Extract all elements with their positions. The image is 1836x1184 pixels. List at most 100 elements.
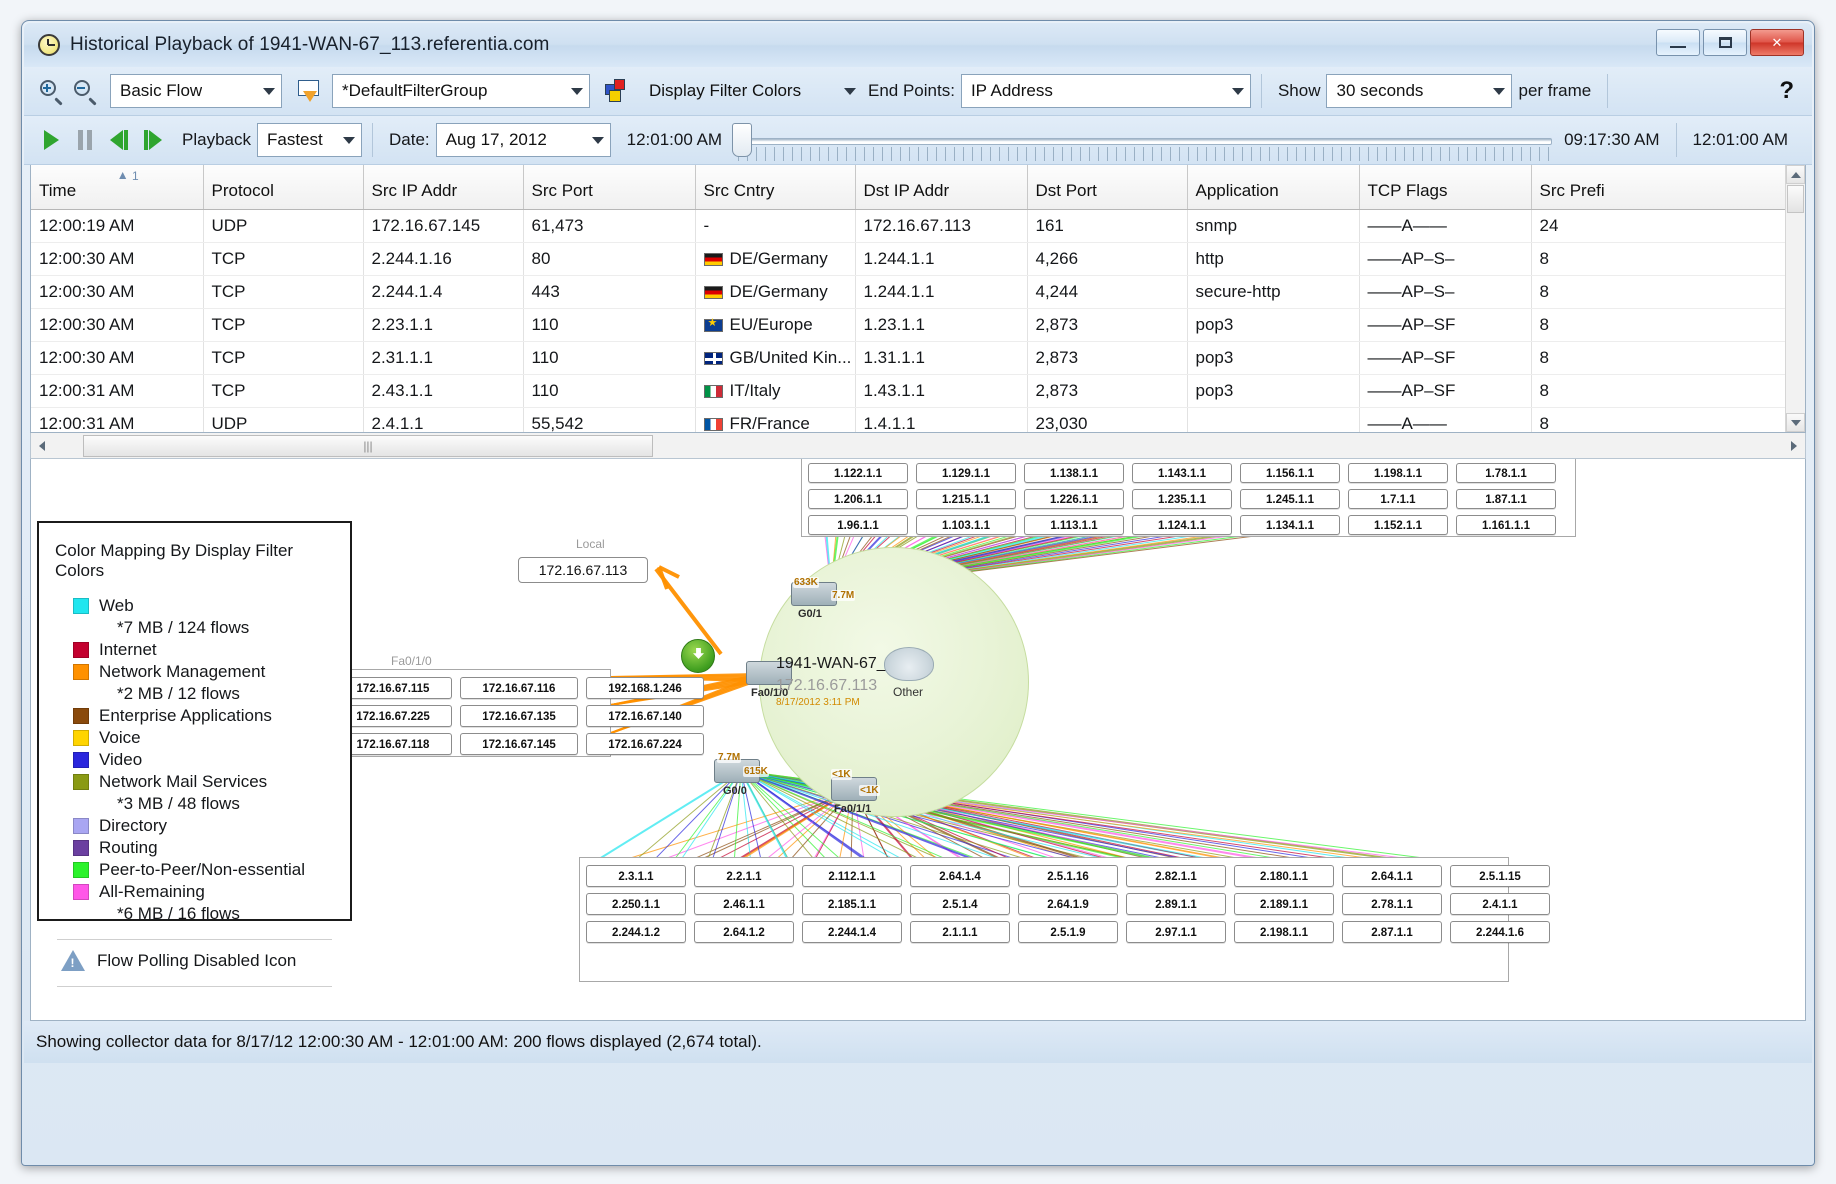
- endpoint-node[interactable]: 2.64.1.1: [1342, 865, 1442, 887]
- endpoint-node[interactable]: 1.198.1.1: [1348, 463, 1448, 483]
- table-row[interactable]: 12:00:30 AM TCP 2.244.1.4 443 DE/Germany 1.24…: [31, 275, 1792, 309]
- column-header-dst-port[interactable]: Dst Port: [1027, 165, 1188, 210]
- column-header-src-cntry[interactable]: Src Cntry: [695, 165, 856, 210]
- endpoint-node[interactable]: 1.226.1.1: [1024, 489, 1124, 509]
- color-mode-select[interactable]: Display Filter Colors: [640, 74, 862, 108]
- endpoint-node[interactable]: 1.96.1.1: [808, 515, 908, 535]
- scroll-down-button[interactable]: [1786, 413, 1805, 432]
- endpoint-node[interactable]: 1.7.1.1: [1348, 489, 1448, 509]
- endpoint-node[interactable]: 1.215.1.1: [916, 489, 1016, 509]
- endpoint-node[interactable]: 2.4.1.1: [1450, 893, 1550, 915]
- endpoint-node[interactable]: 2.46.1.1: [694, 893, 794, 915]
- filter-group-select[interactable]: *DefaultFilterGroup: [332, 74, 590, 108]
- endpoint-node[interactable]: 2.198.1.1: [1234, 921, 1334, 943]
- table-row[interactable]: 12:00:19 AM UDP 172.16.67.145 61,473-172.16…: [31, 209, 1792, 243]
- endpoint-node[interactable]: 2.250.1.1: [586, 893, 686, 915]
- endpoint-node[interactable]: 2.189.1.1: [1234, 893, 1334, 915]
- endpoint-node[interactable]: 2.87.1.1: [1342, 921, 1442, 943]
- flow-diagram[interactable]: Local 172.16.67.113 Local G0/1 633K 7.7M…: [30, 459, 1806, 1021]
- step-forward-button[interactable]: [136, 123, 170, 157]
- endpoint-node[interactable]: 1.245.1.1: [1240, 489, 1340, 509]
- endpoint-node[interactable]: 1.156.1.1: [1240, 463, 1340, 483]
- table-row[interactable]: 12:00:31 AM TCP 2.43.1.1 110 IT/Italy 1.43.1.…: [31, 374, 1792, 408]
- help-button[interactable]: ?: [1779, 77, 1802, 105]
- date-select[interactable]: Aug 17, 2012: [435, 123, 611, 157]
- endpoint-node[interactable]: 1.235.1.1: [1132, 489, 1232, 509]
- legend-item[interactable]: Peer-to-Peer/Non-essential: [73, 859, 336, 881]
- endpoint-node[interactable]: 1.103.1.1: [916, 515, 1016, 535]
- endpoint-node[interactable]: 2.244.1.6: [1450, 921, 1550, 943]
- endpoint-node[interactable]: 1.138.1.1: [1024, 463, 1124, 483]
- endpoint-node[interactable]: 2.78.1.1: [1342, 893, 1442, 915]
- legend-item[interactable]: Routing: [73, 837, 336, 859]
- step-back-button[interactable]: [102, 123, 136, 157]
- playback-speed-select[interactable]: Fastest: [256, 123, 362, 157]
- endpoint-node[interactable]: 2.3.1.1: [586, 865, 686, 887]
- endpoint-node[interactable]: 2.185.1.1: [802, 893, 902, 915]
- legend-item[interactable]: Network Management: [73, 661, 336, 683]
- endpoint-node[interactable]: 1.124.1.1: [1132, 515, 1232, 535]
- endpoint-node[interactable]: 2.5.1.16: [1018, 865, 1118, 887]
- table-row[interactable]: 12:00:30 AMTCP2.23.1.1110EU/Europe1.23.1…: [31, 308, 1792, 342]
- table-row[interactable]: 12:00:31 AM UDP 2.4.1.1 55,542 FR/France 1.4.…: [31, 407, 1792, 432]
- endpoint-node[interactable]: 2.5.1.15: [1450, 865, 1550, 887]
- view-mode-select[interactable]: Basic Flow: [110, 74, 282, 108]
- legend-item[interactable]: Internet: [73, 639, 336, 661]
- hscroll-thumb[interactable]: |||: [83, 434, 653, 457]
- column-header-dst-ip[interactable]: Dst IP Addr: [855, 165, 1028, 210]
- endpoint-node[interactable]: 1.129.1.1: [916, 463, 1016, 483]
- endpoint-node[interactable]: 2.244.1.4: [802, 921, 902, 943]
- endpoint-node[interactable]: 172.16.67.116: [460, 677, 578, 699]
- table-horizontal-scrollbar[interactable]: |||: [30, 433, 1806, 459]
- endpoint-node[interactable]: 1.78.1.1: [1456, 463, 1556, 483]
- table-row[interactable]: 12:00:30 AM TCP 2.244.1.16 80 DE/Germany 1.24…: [31, 242, 1792, 276]
- endpoint-node[interactable]: 2.1.1.1: [910, 921, 1010, 943]
- play-button[interactable]: [34, 123, 68, 157]
- legend-item[interactable]: All-Remaining: [73, 881, 336, 903]
- endpoint-node[interactable]: 1.143.1.1: [1132, 463, 1232, 483]
- endpoint-node[interactable]: 2.112.1.1: [802, 865, 902, 887]
- endpoint-node[interactable]: 172.16.67.135: [460, 705, 578, 727]
- local-endpoint-box[interactable]: 172.16.67.113: [518, 557, 648, 583]
- column-header-src-port[interactable]: Src Port: [523, 165, 696, 210]
- column-header-time[interactable]: ▲ 1 Time: [31, 165, 204, 210]
- show-interval-select[interactable]: 30 seconds: [1326, 74, 1513, 108]
- minimize-button[interactable]: [1656, 29, 1700, 56]
- endpoints-select[interactable]: IP Address: [960, 74, 1251, 108]
- table-vertical-scrollbar[interactable]: [1785, 165, 1805, 432]
- timeline-thumb[interactable]: [732, 123, 753, 157]
- column-header-tcp-flags[interactable]: TCP Flags: [1359, 165, 1532, 210]
- endpoint-node[interactable]: 2.64.1.4: [910, 865, 1010, 887]
- flow-table-container[interactable]: ▲ 1 Time Protocol Src IP Addr Src Port S…: [30, 165, 1806, 433]
- endpoint-node[interactable]: 1.152.1.1: [1348, 515, 1448, 535]
- endpoint-node[interactable]: 2.180.1.1: [1234, 865, 1334, 887]
- pause-button[interactable]: [68, 123, 102, 157]
- column-header-src-ip[interactable]: Src IP Addr: [363, 165, 524, 210]
- endpoint-node[interactable]: 2.5.1.9: [1018, 921, 1118, 943]
- endpoint-node[interactable]: 2.2.1.1: [694, 865, 794, 887]
- endpoint-node[interactable]: 1.206.1.1: [808, 489, 908, 509]
- endpoint-node[interactable]: 1.87.1.1: [1456, 489, 1556, 509]
- endpoint-node[interactable]: 1.113.1.1: [1024, 515, 1124, 535]
- scroll-left-button[interactable]: [31, 434, 53, 458]
- top-endpoint-group[interactable]: 1.122.1.1 1.129.1.1 1.138.1.1 1.143.1.1 1.15…: [801, 459, 1576, 537]
- legend-item[interactable]: Web: [73, 595, 336, 617]
- timeline-track[interactable]: [738, 138, 1553, 145]
- legend-item[interactable]: Network Mail Services: [73, 771, 336, 793]
- scroll-right-button[interactable]: [1783, 434, 1805, 458]
- zoom-out-button[interactable]: [68, 74, 102, 108]
- table-row[interactable]: 12:00:30 AM TCP 2.31.1.1 110 GB/United Kin..…: [31, 341, 1792, 375]
- legend-item[interactable]: Directory: [73, 815, 336, 837]
- column-header-src-prefix[interactable]: Src Prefi: [1531, 165, 1792, 210]
- endpoint-node[interactable]: 1.122.1.1: [808, 463, 908, 483]
- scroll-up-button[interactable]: [1786, 165, 1805, 184]
- endpoint-node[interactable]: 2.82.1.1: [1126, 865, 1226, 887]
- legend-item[interactable]: Video: [73, 749, 336, 771]
- zoom-in-button[interactable]: [34, 74, 68, 108]
- endpoint-node[interactable]: 2.244.1.2: [586, 921, 686, 943]
- hscroll-track[interactable]: |||: [53, 434, 1783, 458]
- endpoint-node[interactable]: 172.16.67.145: [460, 733, 578, 755]
- endpoint-node[interactable]: 2.97.1.1: [1126, 921, 1226, 943]
- legend-item[interactable]: Voice: [73, 727, 336, 749]
- endpoint-node[interactable]: 2.5.1.4: [910, 893, 1010, 915]
